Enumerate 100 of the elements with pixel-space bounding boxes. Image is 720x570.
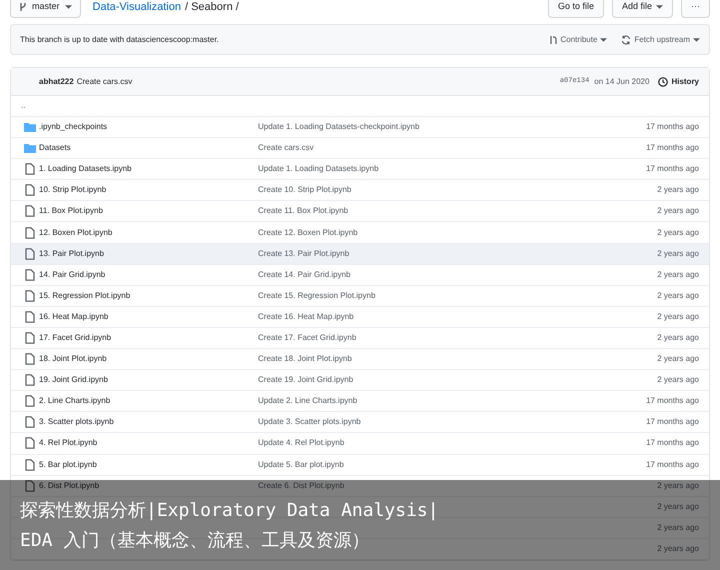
file-name-link[interactable]: 5. Bar plot.ipynb	[39, 460, 97, 469]
file-name-link[interactable]: 3. Scatter plots.ipynb	[39, 417, 114, 426]
commit-message-link[interactable]: Create 12. Boxen Plot.ipynb	[258, 228, 358, 237]
file-age: 2 years ago	[657, 374, 699, 386]
breadcrumb-link[interactable]: Data-Visualization	[92, 0, 181, 16]
file-row[interactable]: 6. Dist Plot.ipynb Create 6. Dist Plot.ipynb 2 years ago	[11, 476, 709, 497]
breadcrumb-text: / Seaborn /	[184, 0, 239, 15]
file-name-link[interactable]: 15. Regression Plot.ipynb	[39, 290, 130, 300]
file-row[interactable]: 14. Pair Grid.ipynb Create 14. Pair Grid.ipynb 2 years ago	[11, 264, 709, 286]
file-icon	[25, 395, 35, 408]
file-age: 2 years ago	[657, 500, 699, 513]
commit-message-link[interactable]: Create 16. Heat Map.ipynb	[258, 312, 354, 321]
file-row[interactable]: 13. Pair Plot.ipynb Create 13. Pair Plot.ipynb 2 years ago	[11, 244, 709, 265]
file-name-link[interactable]: 16. Heat Map.ipynb	[39, 312, 108, 321]
file-name-link[interactable]: 10. Strip Plot.ipynb	[39, 185, 106, 194]
file-age: 2 years ago	[657, 353, 699, 366]
file-icon	[25, 458, 35, 471]
file-name-link[interactable]: 14. Pair Grid.ipynb	[39, 270, 106, 279]
caption-text: EDA 入门（基本概念、流程、工具及资源）	[20, 530, 370, 552]
file-age: 2 years ago	[657, 542, 699, 555]
file-age: 2 years ago	[657, 268, 699, 281]
commit-date: on 14 Jun 2020	[594, 76, 650, 88]
commit-message-link[interactable]: Update 2. Line Charts.ipynb	[258, 396, 358, 406]
file-icon	[25, 268, 35, 281]
commit-message-link[interactable]: Update 5. Bar plot.ipynb	[258, 460, 344, 469]
file-icon	[25, 184, 35, 196]
pull-request-icon	[548, 34, 558, 44]
file-age: 2 years ago	[657, 205, 699, 218]
parent-directory-link[interactable]: ..	[21, 100, 26, 112]
commit-message-link[interactable]: Update 3. Scatter plots.ipynb	[258, 417, 361, 426]
commit-message-link[interactable]: Create 11. Box Plot.ipynb	[258, 206, 348, 216]
file-icon	[25, 290, 35, 302]
file-age: 2 years ago	[657, 184, 699, 196]
file-age: 17 months ago	[646, 142, 699, 154]
commit-message-link[interactable]: Create 19. Joint Grid.ipynb	[258, 375, 354, 384]
file-icon	[25, 353, 35, 366]
commit-message-link[interactable]: Update 4. Rel Plot.ipynb	[258, 438, 344, 448]
file-age: 17 months ago	[646, 458, 699, 471]
file-icon	[25, 163, 35, 176]
file-age: 2 years ago	[657, 480, 699, 492]
file-age: 2 years ago	[657, 290, 699, 302]
history-button[interactable]: History	[658, 76, 699, 88]
folder-icon	[24, 122, 36, 132]
toolbar-button[interactable]: Go to file	[548, 0, 604, 18]
file-age: 2 years ago	[657, 248, 699, 260]
commit-message-link[interactable]: Update 1. Loading Datasets-checkpoint.ipynb	[258, 122, 420, 132]
file-name-link[interactable]: 13. Pair Plot.ipynb	[39, 248, 104, 258]
commit-message-link[interactable]: Update 1. Loading Datasets.ipynb	[258, 164, 379, 174]
file-name-link[interactable]: 11. Box Plot.ipynb	[39, 206, 103, 216]
file-icon	[25, 310, 35, 323]
folder-icon	[24, 143, 36, 154]
file-name-link[interactable]: 19. Joint Grid.ipynb	[39, 375, 108, 384]
file-icon	[25, 437, 35, 450]
notice-action-button[interactable]: Contribute	[548, 34, 608, 46]
notice-action-button[interactable]: Fetch upstream	[621, 34, 700, 46]
commit-message[interactable]: Create cars.csv	[76, 76, 132, 88]
file-name-link[interactable]: 18. Joint Plot.ipynb	[39, 354, 107, 364]
file-age: 17 months ago	[646, 121, 699, 134]
file-name-link[interactable]: 1. Loading Datasets.ipynb	[39, 164, 132, 174]
file-name-link[interactable]: 17. Facet Grid.ipynb	[39, 332, 112, 342]
caret-icon	[600, 38, 608, 42]
file-icon	[25, 480, 35, 492]
file-age: 2 years ago	[657, 522, 699, 534]
file-icon	[25, 248, 35, 260]
caption-text: 探索性数据分析|Exploratory Data Analysis|	[20, 500, 439, 522]
commit-message-link[interactable]: Create 10. Strip Plot.ipynb	[258, 185, 352, 194]
caret-icon	[693, 38, 700, 42]
file-age: 17 months ago	[646, 395, 699, 408]
file-row[interactable]: 5. Bar plot.ipynb Update 5. Bar plot.ipynb 17 months ago	[11, 454, 709, 476]
commit-author[interactable]: abhat222	[39, 76, 74, 88]
file-name-link[interactable]: 12. Boxen Plot.ipynb	[39, 228, 112, 237]
file-icon	[25, 374, 35, 386]
file-age: 2 years ago	[657, 310, 699, 323]
file-age: 17 months ago	[646, 163, 699, 176]
commit-message-link[interactable]: Create 14. Pair Grid.ipynb	[258, 270, 350, 279]
file-age: 2 years ago	[657, 226, 699, 239]
file-icon	[25, 226, 35, 239]
notice-text: This branch is up to date with datasciencescoop:master.	[20, 34, 219, 46]
toolbar-button[interactable]: ···	[681, 0, 710, 18]
commit-message-link[interactable]: Create 17. Facet Grid.ipynb	[258, 332, 356, 342]
commit-message-link[interactable]: Create 13. Pair Plot.ipynb	[258, 248, 350, 258]
commit-message-link[interactable]: Create 18. Joint Plot.ipynb	[258, 354, 352, 364]
file-age: 17 months ago	[646, 437, 699, 450]
commit-message-link[interactable]: Create 15. Regression Plot.ipynb	[258, 290, 376, 300]
file-name-link[interactable]: Datasets	[39, 143, 71, 152]
file-age: 2 years ago	[657, 332, 699, 344]
file-name-link[interactable]: 6. Dist Plot.ipynb	[39, 480, 100, 490]
commit-message-link[interactable]: Create cars.csv	[258, 143, 314, 152]
sync-icon	[621, 34, 632, 44]
file-icon	[25, 205, 35, 218]
file-icon	[25, 332, 35, 344]
file-name-link[interactable]: 4. Rel Plot.ipynb	[39, 438, 98, 448]
caret-icon	[64, 5, 72, 9]
branch-button[interactable]: master	[10, 0, 81, 18]
file-name-link[interactable]: .ipynb_checkpoints	[39, 122, 108, 132]
file-age: 17 months ago	[646, 416, 699, 428]
file-name-link[interactable]: 2. Line Charts.ipynb	[39, 396, 110, 406]
clock-icon	[658, 76, 668, 86]
branch-icon	[19, 2, 27, 12]
toolbar-button[interactable]: Add file	[612, 0, 673, 18]
